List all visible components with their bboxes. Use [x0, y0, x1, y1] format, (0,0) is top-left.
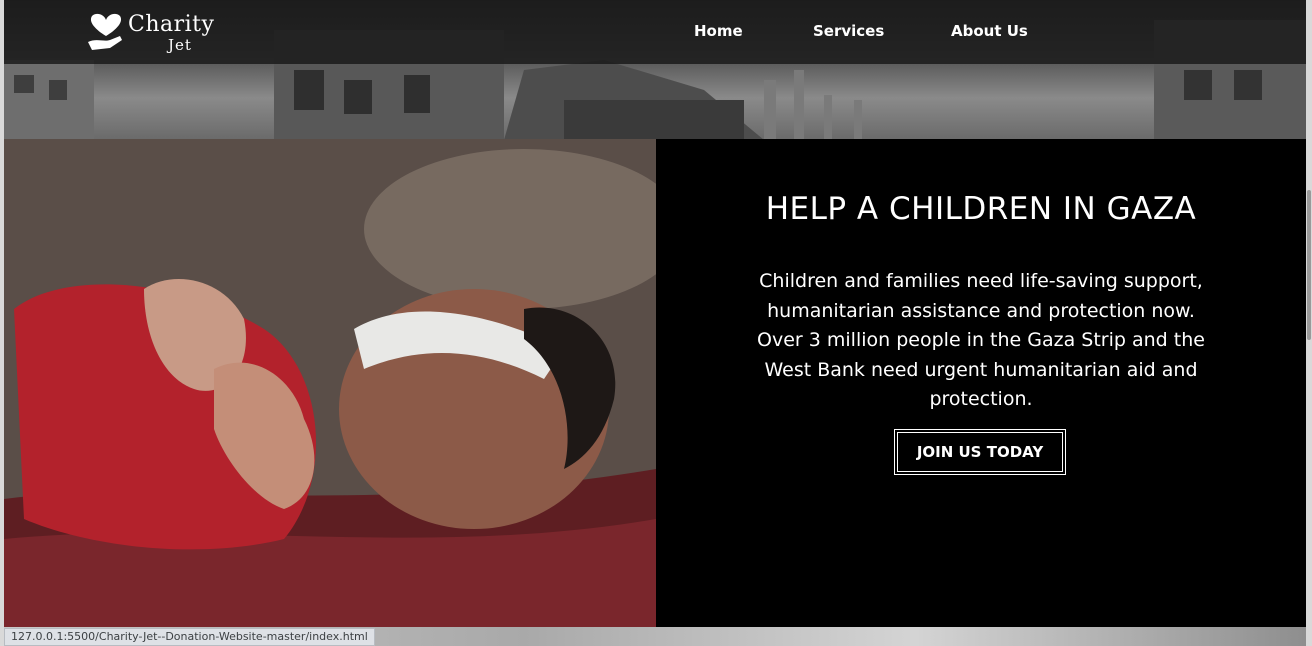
nav-link-home[interactable]: Home	[694, 22, 743, 40]
hero-description: Children and families need life-saving s…	[757, 270, 1205, 410]
brand-logo[interactable]: Charity Jet	[84, 10, 244, 56]
hero-photo-child	[4, 139, 656, 627]
brand-name-line2: Jet	[168, 36, 192, 54]
browser-status-url: 127.0.0.1:5500/Charity-Jet--Donation-Web…	[4, 628, 375, 646]
nav-link-services[interactable]: Services	[813, 22, 884, 40]
hero-title: HELP A CHILDREN IN GAZA	[765, 191, 1197, 227]
hero-text-panel: HELP A CHILDREN IN GAZA Children and fam…	[656, 139, 1306, 627]
join-us-button-label: JOIN US TODAY	[897, 432, 1063, 472]
join-us-button[interactable]: JOIN US TODAY	[894, 429, 1066, 475]
navbar: Charity Jet Home Services About Us	[4, 0, 1306, 64]
brand-name-line1: Charity	[128, 12, 215, 37]
hands-heart-icon	[88, 13, 122, 50]
window-frame-left	[0, 0, 4, 646]
nav-link-about-us[interactable]: About Us	[951, 22, 1028, 40]
scrollbar-thumb[interactable]	[1307, 190, 1311, 340]
